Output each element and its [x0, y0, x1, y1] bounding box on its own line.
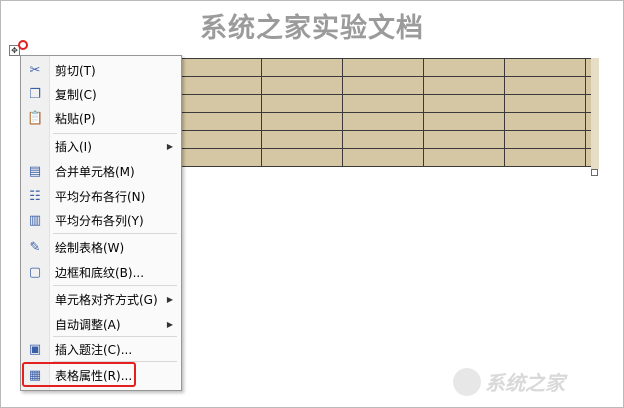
- table-cell[interactable]: [504, 148, 586, 167]
- table-cell[interactable]: [261, 94, 343, 113]
- menu-item-label: 单元格对齐方式(G): [55, 293, 158, 307]
- distribute-rows-icon: ☷: [29, 189, 41, 204]
- table-cell[interactable]: [342, 94, 424, 113]
- table-resize-handle[interactable]: [591, 169, 598, 176]
- table-cell[interactable]: [342, 112, 424, 131]
- table-cell[interactable]: [342, 148, 424, 167]
- scissors-icon: ✂: [29, 63, 41, 78]
- menu-item[interactable]: ▢ 边框和底纹(B)...: [21, 261, 181, 285]
- menu-separator: [53, 233, 177, 234]
- distribute-columns-icon: ▥: [28, 213, 42, 228]
- menu-item-label: 平均分布各行(N): [55, 190, 146, 204]
- table-cell[interactable]: [423, 148, 505, 167]
- table-row: [180, 148, 592, 167]
- table-cell[interactable]: [180, 58, 262, 77]
- table-cell[interactable]: [261, 148, 343, 167]
- watermark-logo-icon: [453, 368, 481, 396]
- menu-item-label: 合并单元格(M): [55, 165, 135, 179]
- menu-item[interactable]: ✂ 剪切(T): [21, 59, 181, 83]
- menu-item-label: 自动调整(A): [55, 318, 121, 332]
- menu-item-label: 剪切(T): [55, 64, 96, 78]
- watermark-text: 系统之家: [485, 371, 565, 395]
- menu-item-label: 插入(I): [55, 140, 92, 154]
- draw-table-icon: ✎: [29, 240, 41, 255]
- table-cell[interactable]: [504, 76, 586, 95]
- menu-item[interactable]: ✎ 绘制表格(W): [21, 236, 181, 260]
- menu-item[interactable]: ❐ 复制(C): [21, 83, 181, 107]
- table-row: [180, 112, 592, 131]
- table-cell[interactable]: [261, 76, 343, 95]
- table-cell[interactable]: [504, 94, 586, 113]
- table-cell[interactable]: [423, 130, 505, 149]
- table-cell[interactable]: [504, 58, 586, 77]
- table-cell[interactable]: [423, 76, 505, 95]
- submenu-arrow-icon: ▶: [166, 320, 173, 329]
- copy-icon: ❐: [29, 87, 41, 102]
- table-row: [180, 94, 592, 113]
- menu-separator: [53, 285, 177, 286]
- paste-icon: 📋: [27, 111, 44, 126]
- submenu-arrow-icon: ▶: [166, 142, 173, 151]
- table-row: [180, 130, 592, 149]
- menu-item-label: 复制(C): [55, 88, 97, 102]
- table-cell[interactable]: [423, 112, 505, 131]
- menu-item[interactable]: 📋 粘贴(P): [21, 107, 181, 131]
- table-cell[interactable]: [180, 130, 262, 149]
- menu-item-label: 插入题注(C)...: [55, 343, 133, 357]
- menu-separator: [53, 336, 177, 337]
- watermark: 系统之家: [453, 366, 619, 400]
- menu-item-label: 绘制表格(W): [55, 241, 125, 255]
- red-marker-icon: [18, 40, 28, 50]
- menu-item[interactable]: 单元格对齐方式(G) ▶: [21, 288, 181, 312]
- borders-shading-icon: ▢: [28, 265, 42, 280]
- table-cell[interactable]: [180, 148, 262, 167]
- table-cell[interactable]: [261, 112, 343, 131]
- highlight-annotation-box: [22, 362, 136, 387]
- menu-item-label: 粘贴(P): [55, 112, 96, 126]
- document-table[interactable]: [180, 58, 592, 167]
- table-cell[interactable]: [504, 112, 586, 131]
- insert-caption-icon: ▣: [28, 342, 42, 357]
- document-title: 系统之家实验文档: [200, 13, 424, 44]
- menu-item[interactable]: 插入(I) ▶: [21, 135, 181, 159]
- table-cell[interactable]: [261, 58, 343, 77]
- table-cell[interactable]: [342, 58, 424, 77]
- submenu-arrow-icon: ▶: [166, 295, 173, 304]
- menu-item-label: 边框和底纹(B)...: [55, 266, 145, 280]
- table-cell[interactable]: [504, 130, 586, 149]
- menu-item-label: 平均分布各列(Y): [55, 214, 144, 228]
- table-cell[interactable]: [180, 76, 262, 95]
- table-cell[interactable]: [261, 130, 343, 149]
- context-menu: ✂ 剪切(T) ❐ 复制(C) 📋 粘贴(P) 插入(I) ▶ ▤ 合并单元格(M) ☷ 平均分布各行…: [20, 55, 182, 391]
- menu-item[interactable]: ▥ 平均分布各列(Y): [21, 209, 181, 233]
- table-edge: [591, 58, 599, 169]
- table-row: [180, 58, 592, 77]
- menu-item[interactable]: 自动调整(A) ▶: [21, 313, 181, 337]
- table-cell[interactable]: [423, 58, 505, 77]
- table-cell[interactable]: [342, 76, 424, 95]
- table-cell[interactable]: [423, 94, 505, 113]
- menu-item[interactable]: ▣ 插入题注(C)...: [21, 338, 181, 362]
- menu-item[interactable]: ☷ 平均分布各行(N): [21, 185, 181, 209]
- table-cell[interactable]: [180, 112, 262, 131]
- table-cell[interactable]: [342, 130, 424, 149]
- menu-separator: [53, 133, 177, 134]
- table-row: [180, 76, 592, 95]
- table-body: [180, 58, 592, 167]
- menu-item[interactable]: ▤ 合并单元格(M): [21, 160, 181, 184]
- merge-cells-icon: ▤: [28, 164, 42, 179]
- table-cell[interactable]: [180, 94, 262, 113]
